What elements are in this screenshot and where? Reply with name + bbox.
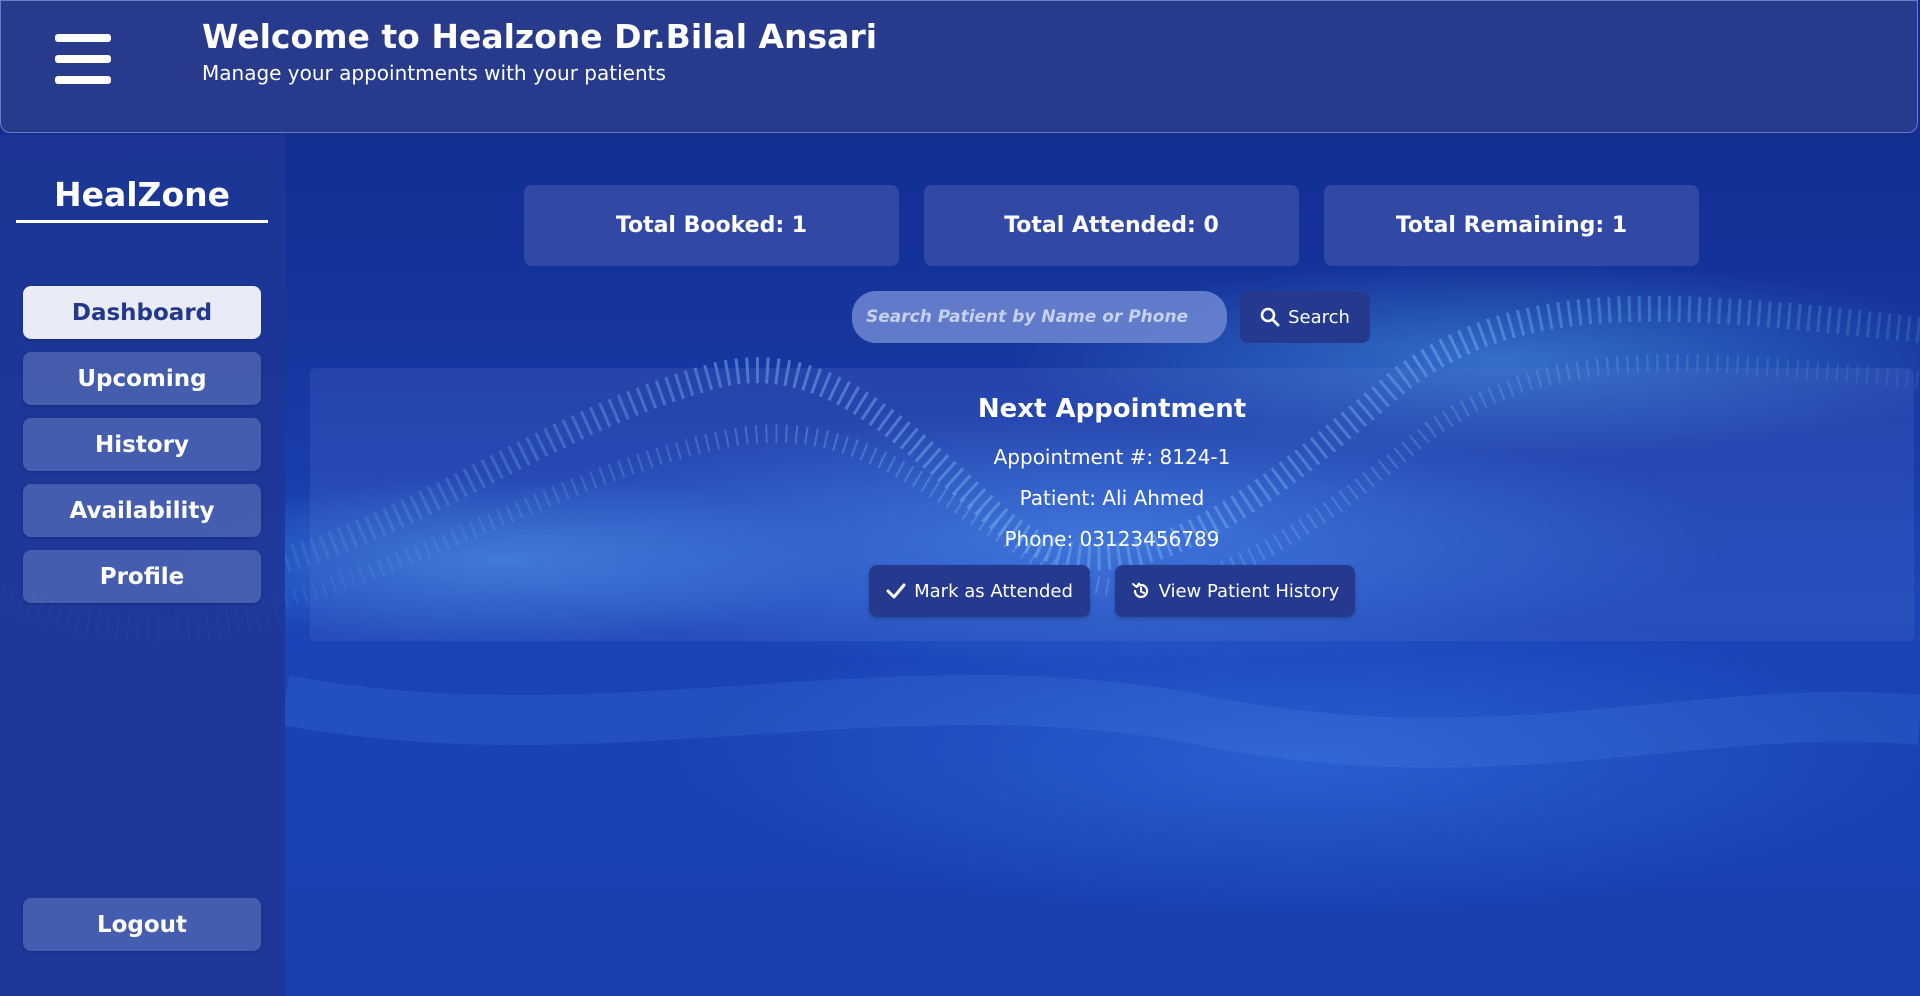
sidebar-item-dashboard[interactable]: Dashboard [23, 286, 261, 339]
sidebar-item-upcoming[interactable]: Upcoming [23, 352, 261, 405]
logout-button[interactable]: Logout [23, 898, 261, 951]
brand-logo-text: HealZone [16, 175, 268, 223]
search-button[interactable]: Search [1240, 291, 1370, 343]
top-header: Welcome to Healzone Dr.Bilal Ansari Mana… [0, 0, 1918, 133]
patient-phone: Phone: 03123456789 [1004, 527, 1220, 551]
patient-search-input[interactable] [852, 291, 1227, 343]
welcome-subtitle: Manage your appointments with your patie… [202, 61, 666, 85]
mark-attended-label: Mark as Attended [914, 580, 1073, 602]
next-appointment-panel: Next Appointment Appointment #: 8124-1 P… [310, 368, 1914, 641]
mark-attended-button[interactable]: Mark as Attended [869, 565, 1090, 617]
hamburger-menu-icon[interactable] [55, 34, 111, 84]
sidebar-item-history[interactable]: History [23, 418, 261, 471]
view-history-label: View Patient History [1158, 580, 1340, 602]
history-icon [1131, 582, 1148, 599]
checkmark-icon [886, 583, 906, 599]
welcome-title: Welcome to Healzone Dr.Bilal Ansari [202, 17, 878, 56]
appointment-number: Appointment #: 8124-1 [993, 445, 1231, 469]
sidebar-item-profile[interactable]: Profile [23, 550, 261, 603]
next-appointment-title: Next Appointment [977, 394, 1247, 424]
search-icon [1260, 307, 1280, 327]
stat-total-booked: Total Booked: 1 [524, 185, 899, 266]
stat-total-attended: Total Attended: 0 [924, 185, 1299, 266]
search-button-label: Search [1288, 306, 1350, 328]
stat-total-remaining: Total Remaining: 1 [1324, 185, 1699, 266]
view-patient-history-button[interactable]: View Patient History [1115, 565, 1355, 617]
sidebar-item-availability[interactable]: Availability [23, 484, 261, 537]
patient-name: Patient: Ali Ahmed [1019, 486, 1205, 510]
